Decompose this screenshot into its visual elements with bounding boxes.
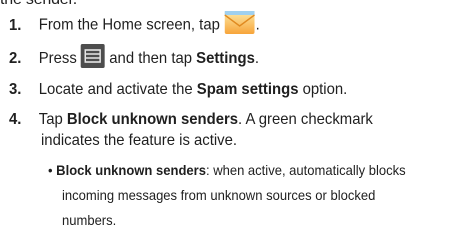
step-text: Press xyxy=(38,50,77,68)
block-unknown-senders-label: Block unknown senders xyxy=(66,111,239,128)
bullet-bold-label: Block unknown senders xyxy=(56,162,206,178)
step-text-end: . A green checkmark xyxy=(238,111,373,128)
step-2: 2. Press and then tap Settings. xyxy=(9,44,259,74)
menu-key-icon xyxy=(80,44,106,74)
step-4-continuation: indicates the feature is active. xyxy=(41,132,238,149)
bullet-item: • Block unknown senders: when active, au… xyxy=(48,159,406,182)
step-1: 1. From the Home screen, tap . xyxy=(9,9,260,42)
step-number: 1. xyxy=(9,16,22,34)
step-text-end: . xyxy=(255,16,260,34)
step-3: 3. Locate and activate the Spam settings … xyxy=(9,79,347,100)
instruction-page: the sender. 1. From the Home screen, tap … xyxy=(0,0,461,248)
bullet-continuation-1: incoming messages from unknown sources o… xyxy=(62,187,376,203)
step-number: 2. xyxy=(9,50,22,68)
bullet-symbol: • xyxy=(48,162,53,178)
spam-settings-label: Spam settings xyxy=(196,81,299,98)
step-text-middle: and then tap xyxy=(109,50,193,68)
step-text: From the Home screen, tap xyxy=(38,16,220,34)
intro-fragment: the sender. xyxy=(0,0,77,9)
step-text: Tap xyxy=(38,111,63,128)
step-text-end: option. xyxy=(302,81,348,98)
step-number: 3. xyxy=(9,81,22,98)
email-app-icon xyxy=(224,9,256,42)
step-text: Locate and activate the xyxy=(38,81,193,98)
bullet-continuation-2: numbers. xyxy=(62,212,117,228)
settings-label: Settings xyxy=(196,50,255,68)
step-4: 4. Tap Block unknown senders. A green che… xyxy=(9,109,373,130)
bullet-text: : when active, automatically blocks xyxy=(205,162,406,178)
step-number: 4. xyxy=(9,111,22,128)
step-text-end: . xyxy=(254,50,259,68)
